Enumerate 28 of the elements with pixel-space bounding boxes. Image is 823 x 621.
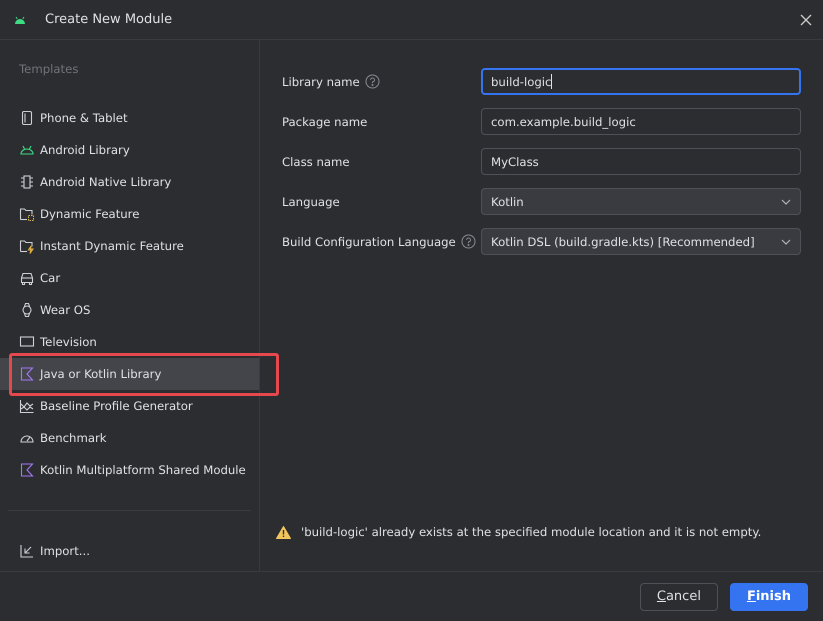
dropdown[interactable]: Kotlin	[481, 188, 801, 215]
template-item[interactable]: Instant Dynamic Feature	[0, 230, 259, 262]
window-title: Create New Module	[45, 12, 172, 27]
finish-button[interactable]: Finish	[730, 582, 808, 610]
warning-message: 'build-logic' already exists at the specified module location and it is not empty.	[301, 525, 762, 539]
template-item[interactable]: Android Native Library	[0, 166, 259, 198]
text-field[interactable]: build-logic	[481, 68, 801, 95]
template-item[interactable]: Android Library	[0, 134, 259, 166]
text-field[interactable]: MyClass	[481, 148, 801, 175]
field-label: Library name	[282, 74, 360, 88]
template-item[interactable]: Phone & Tablet	[0, 102, 259, 134]
template-item[interactable]: Dynamic Feature	[0, 198, 259, 230]
field-label: Class name	[282, 154, 350, 168]
text-field[interactable]: com.example.build_logic	[481, 108, 801, 135]
cancel-button[interactable]: Cancel	[640, 582, 718, 610]
field-label: Language	[282, 194, 340, 208]
template-item[interactable]: Wear OS	[0, 294, 259, 326]
template-item[interactable]: Car	[0, 262, 259, 294]
template-item[interactable]: Java or Kotlin Library	[0, 358, 259, 390]
import-item[interactable]: Import...	[0, 535, 259, 567]
dropdown[interactable]: Kotlin DSL (build.gradle.kts) [Recommended]	[481, 228, 801, 255]
field-label: Package name	[282, 114, 368, 128]
field-label: Build Configuration Language	[282, 234, 456, 248]
template-item[interactable]: Baseline Profile Generator	[0, 390, 259, 422]
template-item[interactable]: Benchmark	[0, 422, 259, 454]
template-item[interactable]: Television	[0, 326, 259, 358]
template-item[interactable]: Kotlin Multiplatform Shared Module	[0, 454, 259, 486]
sidebar-heading: Templates	[19, 62, 80, 78]
